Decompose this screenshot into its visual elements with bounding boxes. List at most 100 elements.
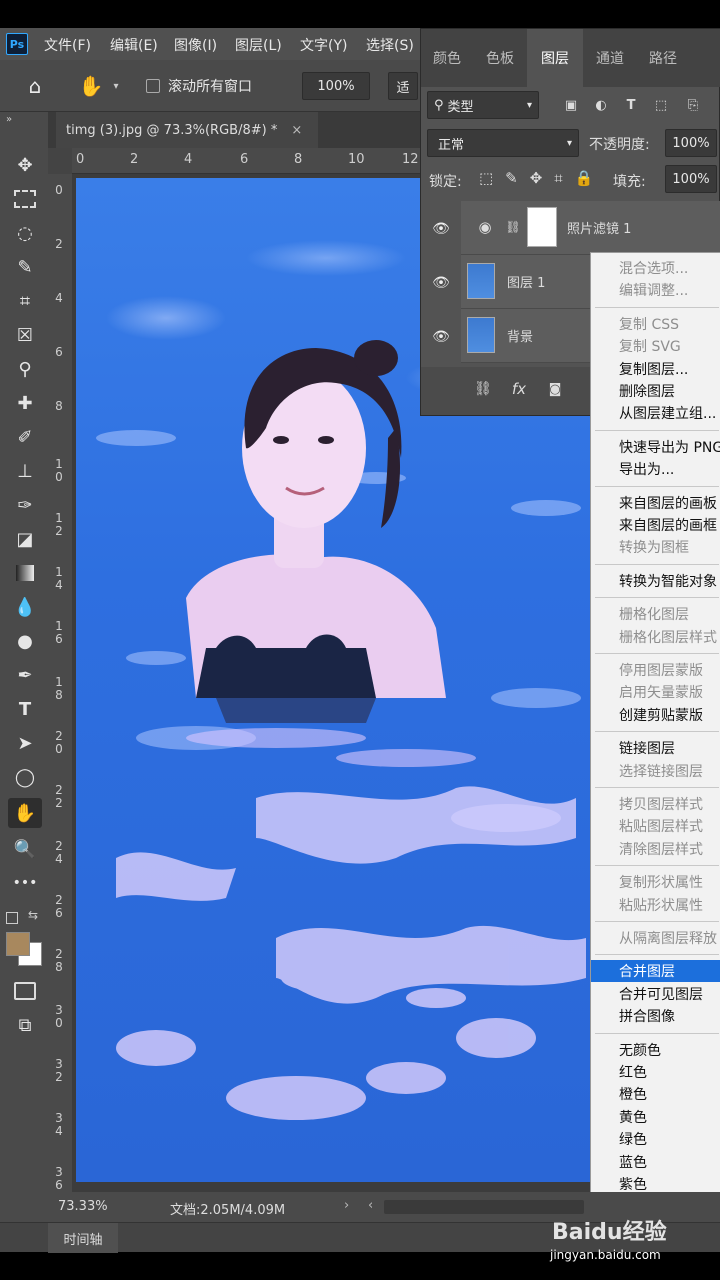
opacity-field[interactable]: 100% xyxy=(665,129,717,157)
status-menu-arrow[interactable]: › xyxy=(344,1198,349,1213)
visibility-eye-icon[interactable]: 👁 xyxy=(431,219,451,239)
context-menu-item[interactable]: 无颜色 xyxy=(591,1039,720,1061)
type-tool-icon[interactable]: T xyxy=(8,694,42,724)
layer-row[interactable]: ◉ ⛓ 照片滤镜 1 xyxy=(461,201,720,255)
context-menu-item[interactable]: 蓝色 xyxy=(591,1151,720,1173)
quick-select-tool-icon[interactable]: ✎ xyxy=(8,252,42,282)
chain-link-icon[interactable]: ⛓ xyxy=(505,213,520,241)
filter-adjustment-icon[interactable]: ◐ xyxy=(591,91,611,119)
menu-separator xyxy=(595,1032,719,1034)
hand-tool-active-icon[interactable]: ✋ xyxy=(8,798,42,828)
dodge-tool-icon[interactable]: ● xyxy=(8,626,42,656)
watermark-url: jingyan.baidu.com xyxy=(550,1248,661,1262)
scroll-all-checkbox[interactable] xyxy=(146,79,160,93)
brush-tool-icon[interactable]: ✐ xyxy=(8,422,42,452)
tab-channels[interactable]: 通道 xyxy=(583,29,637,87)
context-menu-item[interactable]: 从图层建立组... xyxy=(591,402,720,424)
context-menu-item[interactable]: 删除图层 xyxy=(591,380,720,402)
context-menu-item[interactable]: 黄色 xyxy=(591,1106,720,1128)
layer-style-icon[interactable]: fx xyxy=(507,377,531,401)
document-tab[interactable]: timg (3).jpg @ 73.3%(RGB/8#) * × xyxy=(56,112,318,148)
clone-stamp-tool-icon[interactable]: ⊥ xyxy=(8,456,42,486)
more-tools-icon[interactable]: ••• xyxy=(8,868,42,898)
menu-select[interactable]: 选择(S) xyxy=(366,35,414,55)
collapse-icon[interactable]: » xyxy=(6,114,12,125)
context-menu-item[interactable]: 转换为智能对象 xyxy=(591,570,720,592)
filter-type-icon[interactable]: T xyxy=(621,91,641,119)
tab-paths[interactable]: 路径 xyxy=(637,29,689,87)
context-menu-item[interactable]: 红色 xyxy=(591,1061,720,1083)
timeline-tab[interactable]: 时间轴 xyxy=(48,1223,118,1253)
menu-image[interactable]: 图像(I) xyxy=(174,35,217,55)
foreground-color-swatch[interactable] xyxy=(6,932,30,956)
link-layers-icon[interactable]: ⛓ xyxy=(471,377,495,401)
context-menu-item[interactable]: 来自图层的画板 xyxy=(591,492,720,514)
menu-type[interactable]: 文字(Y) xyxy=(300,35,347,55)
ruler-tick-label: 2 4 xyxy=(55,839,63,866)
context-menu-item[interactable]: 导出为... xyxy=(591,458,720,480)
fill-field[interactable]: 100% xyxy=(665,165,717,193)
zoom-tool-icon[interactable]: 🔍 xyxy=(8,834,42,864)
filter-smart-object-icon[interactable]: ⎘ xyxy=(683,91,703,119)
tab-swatches[interactable]: 色板 xyxy=(473,29,527,87)
layer-filter-select[interactable]: ⚲ 类型 ▾ xyxy=(427,91,539,119)
menu-file[interactable]: 文件(F) xyxy=(44,35,91,55)
horizontal-scrollbar[interactable] xyxy=(384,1200,584,1214)
chevron-down-icon[interactable]: ▾ xyxy=(108,72,124,100)
context-menu-item[interactable]: 橙色 xyxy=(591,1083,720,1105)
frame-tool-icon[interactable]: ☒ xyxy=(8,320,42,350)
lasso-tool-icon[interactable]: ◌ xyxy=(8,218,42,248)
menu-separator xyxy=(595,306,719,308)
visibility-eye-icon[interactable]: 👁 xyxy=(431,327,451,347)
add-mask-icon[interactable]: ◙ xyxy=(543,377,567,401)
move-tool-icon[interactable]: ✥ xyxy=(8,150,42,180)
context-menu-item[interactable]: 来自图层的画框 xyxy=(591,514,720,536)
ruler-tick-label: 3 2 xyxy=(55,1057,63,1084)
zoom-field[interactable]: 100% xyxy=(302,72,370,100)
lock-label: 锁定: xyxy=(429,174,462,190)
tab-layers[interactable]: 图层 xyxy=(527,29,583,87)
blend-mode-select[interactable]: 正常 ▾ xyxy=(427,129,579,157)
context-menu-item[interactable]: 合并图层 xyxy=(591,960,720,983)
eyedropper-tool-icon[interactable]: ⚲ xyxy=(8,354,42,384)
default-colors-icon[interactable] xyxy=(6,912,18,924)
pen-tool-icon[interactable]: ✒ xyxy=(8,660,42,690)
context-menu-item[interactable]: 复制图层... xyxy=(591,358,720,380)
menu-separator xyxy=(595,954,719,956)
ruler-tick-label: 2 xyxy=(55,237,63,251)
menu-edit[interactable]: 编辑(E) xyxy=(110,35,158,55)
context-menu-item[interactable]: 创建剪贴蒙版 xyxy=(591,704,720,726)
filter-shape-icon[interactable]: ⬚ xyxy=(651,91,671,119)
fit-screen-button[interactable]: 适 xyxy=(388,72,418,100)
swap-colors-icon[interactable]: ⇆ xyxy=(28,908,38,922)
context-menu-item[interactable]: 绿色 xyxy=(591,1128,720,1150)
context-menu-item[interactable]: 合并可见图层 xyxy=(591,983,720,1005)
history-brush-tool-icon[interactable]: ✑ xyxy=(8,490,42,520)
context-menu-item: 栅格化图层样式 xyxy=(619,629,717,646)
marquee-tool-icon[interactable] xyxy=(8,184,42,214)
scroll-left-arrow[interactable]: ‹ xyxy=(368,1198,373,1213)
context-menu-item: 栅格化图层 xyxy=(619,607,689,624)
lock-icons[interactable]: ⬚✎✥⌗🔒 xyxy=(479,169,605,187)
quick-mask-icon[interactable] xyxy=(8,976,42,1006)
context-menu-item[interactable]: 快速导出为 PNG xyxy=(591,436,720,458)
visibility-eye-icon[interactable]: 👁 xyxy=(431,273,451,293)
close-tab-icon[interactable]: × xyxy=(291,123,302,138)
healing-brush-tool-icon[interactable]: ✚ xyxy=(8,388,42,418)
eraser-tool-icon[interactable]: ◪ xyxy=(8,524,42,554)
gradient-tool-icon[interactable] xyxy=(8,558,42,588)
scroll-all-label: 滚动所有窗口 xyxy=(168,79,252,95)
home-icon[interactable]: ⌂ xyxy=(20,72,50,100)
context-menu-item[interactable]: 拼合图像 xyxy=(591,1005,720,1027)
status-zoom[interactable]: 73.33% xyxy=(58,1199,108,1214)
tab-color[interactable]: 颜色 xyxy=(421,29,473,87)
crop-tool-icon[interactable]: ⌗ xyxy=(8,286,42,316)
context-menu-item[interactable]: 链接图层 xyxy=(591,737,720,759)
filter-pixel-icon[interactable]: ▣ xyxy=(561,91,581,119)
hand-tool-icon[interactable]: ✋ xyxy=(76,72,106,100)
menu-layer[interactable]: 图层(L) xyxy=(235,35,282,55)
screen-mode-icon[interactable]: ⧉ xyxy=(8,1010,42,1040)
ellipse-tool-icon[interactable]: ◯ xyxy=(8,762,42,792)
path-select-tool-icon[interactable]: ➤ xyxy=(8,728,42,758)
blur-tool-icon[interactable]: 💧 xyxy=(8,592,42,622)
